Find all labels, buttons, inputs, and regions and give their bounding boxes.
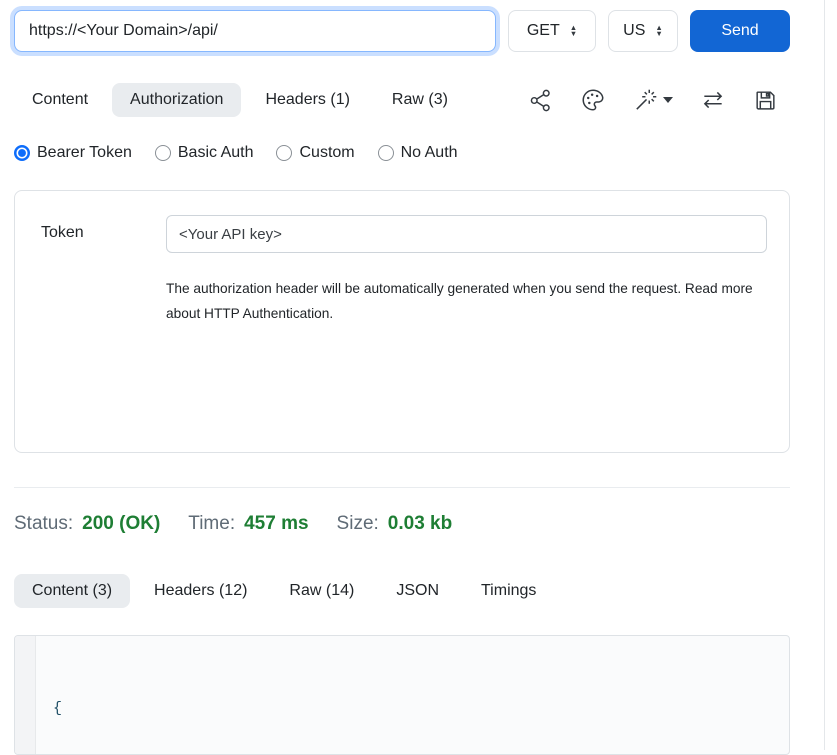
token-help-text: The authorization header will be automat… — [166, 276, 767, 326]
request-tabs-row: Content Authorization Headers (1) Raw (3… — [14, 83, 790, 117]
time-pair: Time: 457 ms — [188, 513, 308, 535]
section-divider — [14, 487, 790, 488]
size-value: 0.03 kb — [388, 513, 452, 535]
status-pair: Status: 200 (OK) — [14, 513, 160, 535]
auth-type-options: Bearer Token Basic Auth Custom No Auth — [14, 144, 790, 162]
radio-unselected-icon — [276, 145, 292, 161]
send-button[interactable]: Send — [690, 10, 790, 52]
save-icon[interactable] — [753, 88, 778, 113]
tab-response-json[interactable]: JSON — [378, 574, 457, 608]
share-icon[interactable] — [528, 88, 553, 113]
token-input[interactable] — [166, 215, 767, 253]
size-pair: Size: 0.03 kb — [337, 513, 453, 535]
region-select[interactable]: US ▲▼ — [608, 10, 678, 52]
tab-authorization[interactable]: Authorization — [112, 83, 241, 117]
token-label: Token — [15, 215, 166, 452]
json-open-brace: { — [53, 700, 62, 717]
tab-content[interactable]: Content — [14, 83, 106, 117]
radio-selected-icon — [14, 145, 30, 161]
method-select[interactable]: GET ▲▼ — [508, 10, 596, 52]
size-label: Size: — [337, 513, 379, 535]
radio-unselected-icon — [155, 145, 171, 161]
tab-response-content[interactable]: Content (3) — [14, 574, 130, 608]
wand-dropdown-caret-icon — [663, 97, 673, 103]
time-value: 457 ms — [244, 513, 308, 535]
time-label: Time: — [188, 513, 235, 535]
radio-basic-auth[interactable]: Basic Auth — [155, 144, 254, 162]
tab-response-timings[interactable]: Timings — [463, 574, 554, 608]
page-right-divider — [824, 0, 825, 750]
tab-raw[interactable]: Raw (3) — [374, 83, 466, 117]
token-panel: Token The authorization header will be a… — [14, 190, 790, 453]
tab-headers[interactable]: Headers (1) — [247, 83, 367, 117]
api-tester-page: GET ▲▼ US ▲▼ Send Content Authorization … — [14, 0, 790, 755]
tab-response-headers[interactable]: Headers (12) — [136, 574, 265, 608]
radio-label: Custom — [299, 144, 354, 162]
status-label: Status: — [14, 513, 73, 535]
token-help-line2: about HTTP Authentication. — [166, 301, 767, 326]
radio-label: Bearer Token — [37, 144, 132, 162]
select-spinner-icon: ▲▼ — [655, 25, 662, 37]
swap-arrows-icon[interactable] — [700, 87, 726, 113]
select-spinner-icon: ▲▼ — [570, 25, 577, 37]
radio-unselected-icon — [378, 145, 394, 161]
request-bar: GET ▲▼ US ▲▼ Send — [14, 10, 790, 52]
request-toolbar — [528, 87, 778, 113]
tab-response-raw[interactable]: Raw (14) — [271, 574, 372, 608]
radio-no-auth[interactable]: No Auth — [378, 144, 458, 162]
token-help-line1: The authorization header will be automat… — [166, 276, 767, 301]
response-tabs-row: Content (3) Headers (12) Raw (14) JSON T… — [14, 574, 790, 608]
radio-label: No Auth — [401, 144, 458, 162]
url-input[interactable] — [14, 10, 496, 52]
magic-wand-icon[interactable] — [633, 87, 673, 113]
code-gutter — [15, 636, 36, 754]
response-summary: Status: 200 (OK) Time: 457 ms Size: 0.03… — [14, 513, 790, 535]
status-value: 200 (OK) — [82, 513, 160, 535]
radio-custom[interactable]: Custom — [276, 144, 354, 162]
region-select-value: US — [623, 22, 645, 40]
palette-icon[interactable] — [580, 87, 606, 113]
method-select-value: GET — [527, 22, 560, 40]
response-json-code: { "message": "API running." } — [36, 636, 314, 754]
radio-bearer-token[interactable]: Bearer Token — [14, 144, 132, 162]
response-body-block: { "message": "API running." } — [14, 635, 790, 755]
radio-label: Basic Auth — [178, 144, 254, 162]
